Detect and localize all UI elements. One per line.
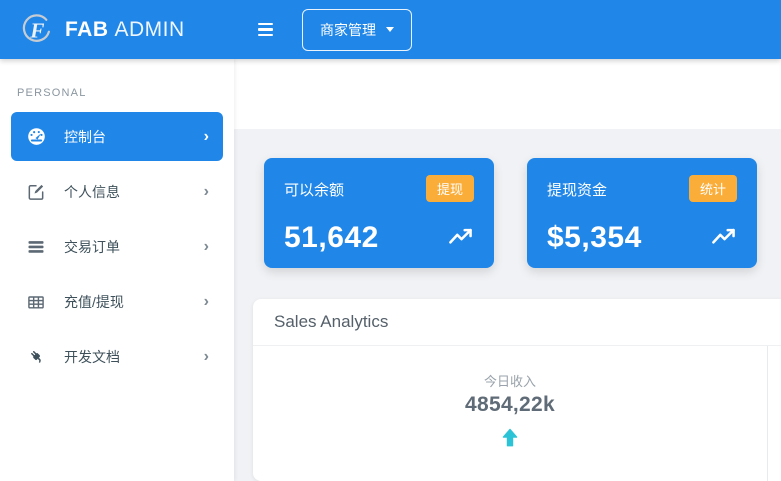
merchant-dropdown-button[interactable]: 商家管理 — [302, 9, 412, 51]
withdraw-funds-stat-card: 提现资金 统计 $5,354 — [527, 158, 757, 268]
sidebar: PERSONAL 控制台 › 个人信息 — [0, 59, 234, 481]
svg-text:F: F — [29, 18, 44, 42]
withdraw-funds-card-value: $5,354 — [547, 223, 642, 253]
brand-name-bold: FAB — [65, 18, 109, 41]
page-header — [234, 59, 781, 129]
brand-link[interactable]: F FAB ADMIN — [0, 0, 234, 59]
menu-toggle-button[interactable] — [256, 19, 275, 41]
brand-name-light: ADMIN — [115, 18, 185, 41]
sidebar-item-label: 控制台 — [64, 127, 106, 147]
chevron-right-icon: › — [204, 294, 209, 310]
today-income-column: 今日收入 4854,22k — [253, 346, 768, 481]
today-income-label: 今日收入 — [253, 371, 767, 390]
topbar: F FAB ADMIN 商家管理 — [0, 0, 781, 59]
merchant-dropdown-label: 商家管理 — [320, 20, 376, 40]
dashboard-icon — [25, 126, 47, 147]
sidebar-item-label: 交易订单 — [64, 237, 120, 257]
menu-icon — [258, 34, 273, 37]
sidebar-item-label: 个人信息 — [64, 182, 120, 202]
statistics-badge-button[interactable]: 统计 — [689, 175, 737, 202]
next-stat-column — [768, 346, 781, 481]
sales-analytics-title: Sales Analytics — [253, 299, 781, 346]
today-income-value: 4854,22k — [253, 393, 767, 417]
sidebar-item-dashboard[interactable]: 控制台 › — [11, 112, 223, 161]
edit-icon — [25, 182, 47, 202]
brand-name: FAB ADMIN — [65, 18, 185, 42]
arrow-up-icon — [253, 427, 767, 454]
trend-up-icon — [711, 228, 737, 250]
trend-up-icon — [448, 228, 474, 250]
balance-card-title: 可以余额 — [284, 175, 344, 200]
sidebar-item-label: 开发文档 — [64, 347, 120, 367]
sales-analytics-body: 今日收入 4854,22k — [253, 346, 781, 481]
sidebar-item-profile[interactable]: 个人信息 › — [11, 167, 223, 216]
sidebar-item-recharge-withdraw[interactable]: 充值/提现 › — [11, 277, 223, 326]
withdraw-funds-card-title: 提现资金 — [547, 175, 607, 200]
menu-icon — [258, 28, 273, 31]
plug-icon — [25, 347, 47, 366]
topbar-main: 商家管理 — [234, 0, 781, 59]
table-icon — [25, 292, 47, 312]
section-label-personal: PERSONAL — [17, 87, 234, 99]
chevron-right-icon: › — [204, 239, 209, 255]
balance-card-value: 51,642 — [284, 223, 379, 253]
caret-down-icon — [386, 27, 394, 32]
chevron-right-icon: › — [204, 129, 209, 145]
list-icon — [25, 237, 47, 257]
main-content: 可以余额 提现 51,642 提现资金 统计 $5,354 — [234, 59, 781, 481]
chevron-right-icon: › — [204, 184, 209, 200]
sidebar-item-label: 充值/提现 — [64, 292, 124, 312]
sales-analytics-card: Sales Analytics 今日收入 4854,22k — [253, 299, 781, 481]
menu-icon — [258, 23, 273, 26]
stat-cards-row: 可以余额 提现 51,642 提现资金 统计 $5,354 — [264, 158, 781, 268]
withdraw-badge-button[interactable]: 提现 — [426, 175, 474, 202]
chevron-right-icon: › — [204, 349, 209, 365]
balance-stat-card: 可以余额 提现 51,642 — [264, 158, 494, 268]
fab-logo-icon: F — [20, 12, 54, 48]
sidebar-item-orders[interactable]: 交易订单 › — [11, 222, 223, 271]
sidebar-item-dev-docs[interactable]: 开发文档 › — [11, 332, 223, 381]
